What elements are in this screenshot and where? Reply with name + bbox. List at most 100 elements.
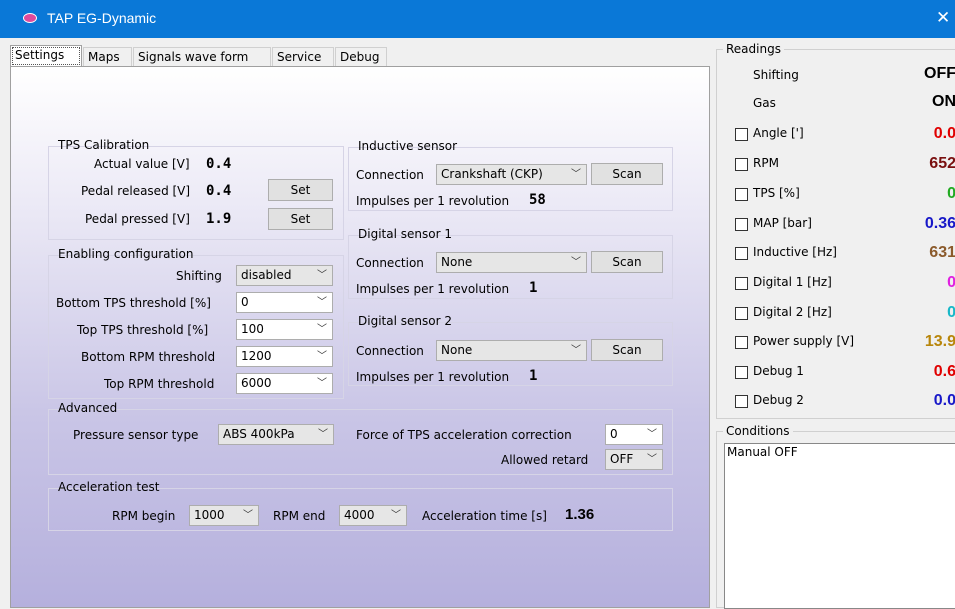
shifting-select-value: disabled [241,268,292,282]
reading-value: 0.36 [924,215,955,232]
digital2-impulses-value: 1 [529,368,538,384]
chevron-down-icon: ﹀ [571,257,581,268]
digital2-scan-button[interactable]: Scan [591,339,663,361]
shifting-select[interactable]: disabled ﹀ [236,265,333,286]
rpm-end-value: 4000 [344,508,375,522]
tps-calibration-title: TPS Calibration [58,138,150,152]
reading-row-digital1: Digital 1 [Hz] 0 [717,272,955,300]
debug1-checkbox[interactable] [735,366,748,379]
chevron-down-icon: ﹀ [391,510,401,521]
inductive-connection-select[interactable]: Crankshaft (CKP) ﹀ [436,164,587,185]
top-rpm-select[interactable]: 6000 ﹀ [236,373,333,394]
top-rpm-label: Top RPM threshold [104,377,215,391]
conditions-group: Conditions Manual OFF [716,424,955,609]
chevron-down-icon: ﹀ [647,429,657,440]
reading-value: OFF [924,65,955,82]
chevron-down-icon: ﹀ [571,345,581,356]
reading-label: Shifting [753,68,799,82]
chevron-down-icon: ﹀ [243,510,253,521]
top-tps-label: Top TPS threshold [%] [77,323,209,337]
rpm-checkbox[interactable] [735,158,748,171]
settings-panel: TPS Calibration Actual value [V] 0.4 Ped… [10,66,710,608]
reading-label: RPM [753,156,779,170]
reading-row-power-supply: Power supply [V] 13.9 [717,331,955,359]
reading-value: 0 [947,304,955,321]
digital1-connection-label: Connection [356,256,424,270]
digital-sensor-1-title: Digital sensor 1 [358,227,452,241]
pressure-sensor-label: Pressure sensor type [73,428,199,442]
digital1-impulses-label: Impulses per 1 revolution [356,282,510,296]
rpm-end-select[interactable]: 4000 ﹀ [339,505,407,526]
digital2-impulses-label: Impulses per 1 revolution [356,370,510,384]
power-supply-checkbox[interactable] [735,336,748,349]
force-correction-select[interactable]: 0 ﹀ [605,424,663,445]
bottom-rpm-select[interactable]: 1200 ﹀ [236,346,333,367]
top-tps-select[interactable]: 100 ﹀ [236,319,333,340]
inductive-scan-button[interactable]: Scan [591,163,663,185]
reading-label: Power supply [V] [753,334,855,348]
chevron-down-icon: ﹀ [317,351,327,362]
bottom-tps-select[interactable]: 0 ﹀ [236,292,333,313]
reading-value: 652 [929,155,955,172]
app-icon [23,13,37,23]
tab-service[interactable]: Service [272,47,334,67]
map-checkbox[interactable] [735,218,748,231]
allowed-retard-select[interactable]: OFF ﹀ [605,449,663,470]
inductive-impulses-value: 58 [529,192,546,208]
tps-checkbox[interactable] [735,188,748,201]
title-bar: TAP EG-Dynamic ✕ [0,0,955,38]
digital2-connection-select[interactable]: None ﹀ [436,340,587,361]
set-released-button[interactable]: Set [268,179,333,201]
reading-value: 0.0 [933,125,955,142]
reading-value: 0 [947,185,955,202]
debug2-checkbox[interactable] [735,395,748,408]
acceleration-time-value: 1.36 [565,506,595,523]
reading-row-angle: Angle ['] 0.0 [717,123,955,151]
digital1-connection-select[interactable]: None ﹀ [436,252,587,273]
digital1-scan-button[interactable]: Scan [591,251,663,273]
chevron-down-icon: ﹀ [317,297,327,308]
inductive-sensor-title: Inductive sensor [358,139,458,153]
reading-row-map: MAP [bar] 0.36 [717,213,955,241]
tab-settings[interactable]: Settings [10,45,82,67]
reading-row-shifting: Shifting OFF [717,64,955,92]
inductive-checkbox[interactable] [735,247,748,260]
pedal-pressed-label: Pedal pressed [V] [85,212,190,226]
rpm-begin-select[interactable]: 1000 ﹀ [189,505,259,526]
window-title: TAP EG-Dynamic [47,10,157,26]
reading-label: TPS [%] [753,186,800,200]
pressure-sensor-value: ABS 400kPa [223,427,295,441]
shifting-label: Shifting [176,269,222,283]
force-correction-label: Force of TPS acceleration correction [356,428,572,442]
reading-row-inductive: Inductive [Hz] 631 [717,242,955,270]
conditions-text: Manual OFF [727,445,798,459]
reading-label: Angle ['] [753,126,804,140]
digital2-connection-value: None [441,343,473,357]
pressure-sensor-select[interactable]: ABS 400kPa ﹀ [218,424,334,445]
digital1-checkbox[interactable] [735,277,748,290]
set-pressed-button[interactable]: Set [268,208,333,230]
reading-value: 0.6 [933,363,955,380]
tab-debug[interactable]: Debug [335,47,387,67]
top-tps-value: 100 [241,322,264,336]
reading-value: 631 [929,244,955,261]
chevron-down-icon: ﹀ [317,324,327,335]
digital1-impulses-value: 1 [529,280,538,296]
bottom-rpm-label: Bottom RPM threshold [81,350,216,364]
allowed-retard-label: Allowed retard [501,453,589,467]
reading-value: 0.0 [933,392,955,409]
conditions-textbox[interactable]: Manual OFF [724,443,955,609]
reading-label: Debug 1 [753,364,804,378]
bottom-tps-label: Bottom TPS threshold [%] [56,296,211,310]
tab-signals-wave-form[interactable]: Signals wave form [133,47,271,67]
readings-title: Readings [723,42,784,56]
angle-checkbox[interactable] [735,128,748,141]
digital2-checkbox[interactable] [735,307,748,320]
chevron-down-icon: ﹀ [317,378,327,389]
force-correction-value: 0 [610,427,618,441]
reading-label: Digital 1 [Hz] [753,275,832,289]
tab-maps[interactable]: Maps [83,47,132,67]
close-icon[interactable]: ✕ [936,8,950,28]
rpm-begin-label: RPM begin [112,509,176,523]
readings-group: Readings Shifting OFF Gas ON Angle ['] 0… [716,42,955,419]
